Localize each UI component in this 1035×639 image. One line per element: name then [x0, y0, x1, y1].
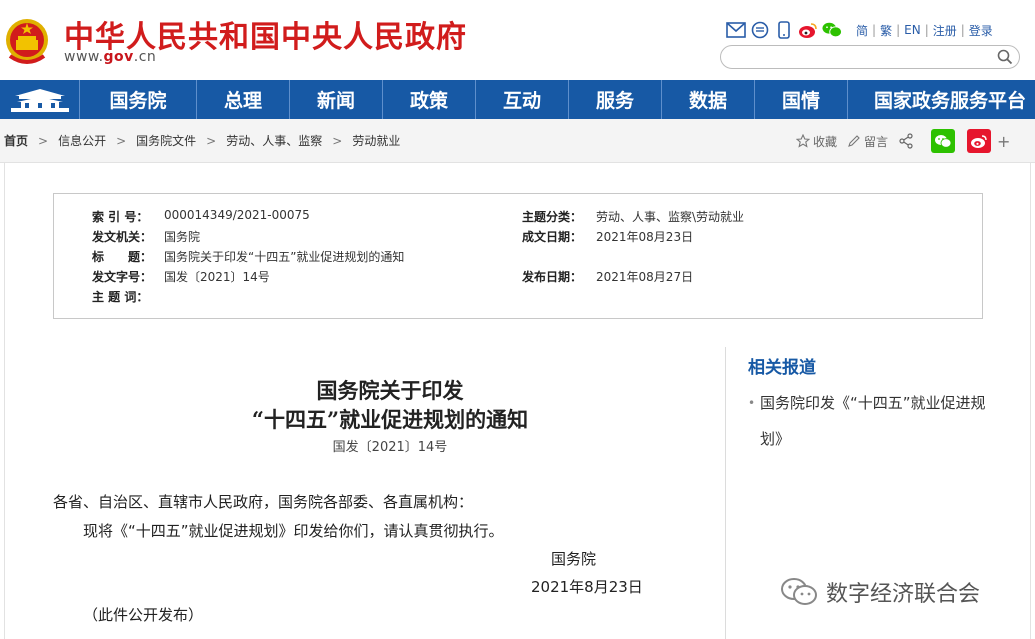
nav-item-gov-service-platform[interactable]: 国家政务服务平台	[848, 80, 1035, 119]
search-box	[720, 45, 1020, 69]
nav-item-national-info[interactable]: 国情	[755, 80, 848, 119]
meta-date-written-value: 2021年08月23日	[596, 230, 694, 244]
login-link[interactable]: 登录	[965, 22, 997, 39]
english-link[interactable]: EN	[900, 23, 925, 37]
simplified-chinese-link[interactable]: 简	[852, 22, 872, 39]
meta-publish-label: 发布日期：	[522, 270, 583, 284]
site-url-suffix: .cn	[133, 49, 157, 65]
content-area: 索 引 号： 000014349/2021-00075 主题分类： 劳动、人事、…	[4, 163, 1031, 639]
sidebar-divider	[725, 347, 726, 639]
breadcrumb-state-council-docs[interactable]: 国务院文件	[136, 132, 196, 149]
meta-doc-no-label: 发文字号：	[92, 270, 153, 284]
favorite-button[interactable]: 收藏	[796, 133, 837, 150]
meta-title-value: 国务院关于印发“十四五”就业促进规划的通知	[164, 250, 405, 264]
meta-date-written-label: 成文日期：	[522, 230, 583, 244]
related-report-link[interactable]: • 国务院印发《“十四五”就业促进规划》	[748, 385, 988, 457]
related-reports-title: 相关报道	[748, 358, 816, 378]
meta-topic-label: 主题分类：	[522, 210, 583, 224]
nav-item-premier[interactable]: 总理	[197, 80, 290, 119]
chevron-right-icon: >	[38, 133, 49, 148]
mobile-phone-icon[interactable]	[774, 20, 794, 40]
favorite-label: 收藏	[813, 134, 838, 149]
bullet-icon: •	[748, 396, 756, 410]
nav-item-state-council[interactable]: 国务院	[80, 80, 197, 119]
watermark-text: 数字经济联合会	[826, 582, 981, 607]
article-title-line2: “十四五”就业促进规划的通知	[251, 407, 529, 432]
wechat-share-icon[interactable]	[931, 129, 956, 153]
nav-item-interaction[interactable]: 互动	[476, 80, 569, 119]
meta-keywords-label: 主 题 词：	[92, 290, 149, 304]
breadcrumb-home[interactable]: 首页	[4, 132, 28, 149]
meta-publish-value: 2021年08月27日	[596, 270, 694, 284]
comment-button[interactable]: 留言	[847, 133, 888, 150]
article-signature: 国务院	[551, 550, 597, 568]
article-salutation: 各省、自治区、直辖市人民政府，国务院各部委、各直属机构：	[53, 493, 474, 511]
star-icon	[796, 134, 810, 148]
meta-title-label: 标 题：	[92, 250, 153, 264]
article-doc-number: 国发〔2021〕14号	[332, 440, 448, 455]
nav-item-policy[interactable]: 政策	[383, 80, 476, 119]
language-links: 简 | 繁 | EN | 注册 | 登录	[852, 22, 997, 39]
wechat-watermark-icon	[781, 578, 817, 605]
breadcrumb-bar: 首页 > 信息公开 > 国务院文件 > 劳动、人事、监察 > 劳动就业 收藏 留…	[0, 119, 1035, 163]
weibo-share-icon[interactable]	[967, 129, 992, 153]
article-note: （此件公开发布）	[83, 606, 204, 624]
tiananmen-icon[interactable]	[0, 80, 80, 119]
pencil-icon	[848, 135, 860, 147]
watermark: 数字经济联合会	[780, 576, 980, 608]
chat-bubble-icon[interactable]	[750, 20, 770, 40]
article-date: 2021年8月23日	[531, 578, 643, 596]
meta-topic-value: 劳动、人事、监察\劳动就业	[596, 210, 745, 224]
wechat-icon[interactable]	[822, 20, 842, 40]
site-url[interactable]: www.gov.cn	[64, 49, 156, 65]
article-title-line1: 国务院关于印发	[316, 378, 464, 403]
nav-item-services[interactable]: 服务	[569, 80, 662, 119]
nav-item-data[interactable]: 数据	[662, 80, 755, 119]
search-input[interactable]	[731, 49, 991, 65]
meta-issuer-value: 国务院	[164, 230, 201, 244]
register-link[interactable]: 注册	[929, 22, 961, 39]
meta-index-label: 索 引 号：	[92, 210, 149, 224]
national-emblem-icon[interactable]	[4, 16, 50, 66]
breadcrumb: 首页 > 信息公开 > 国务院文件 > 劳动、人事、监察 > 劳动就业	[4, 132, 400, 149]
share-icon[interactable]	[898, 133, 917, 149]
site-header: 中华人民共和国中央人民政府 www.gov.cn 简 | 繁 | EN | 注册…	[0, 0, 1035, 80]
chevron-right-icon: >	[116, 133, 127, 148]
search-icon[interactable]	[997, 49, 1013, 65]
meta-issuer-label: 发文机关：	[92, 230, 153, 244]
header-tools: 简 | 繁 | EN | 注册 | 登录	[726, 18, 997, 42]
share-tools: 收藏 留言 +	[796, 129, 1010, 153]
site-url-prefix: www.	[64, 49, 104, 65]
weibo-icon[interactable]	[798, 20, 818, 40]
article-body: 现将《“十四五”就业促进规划》印发给你们，请认真贯彻执行。	[83, 522, 504, 540]
more-share-button[interactable]: +	[997, 132, 1010, 151]
traditional-chinese-link[interactable]: 繁	[876, 22, 896, 39]
document-meta-table: 索 引 号： 000014349/2021-00075 主题分类： 劳动、人事、…	[53, 193, 983, 319]
site-url-brand: gov	[103, 49, 134, 65]
chevron-right-icon: >	[332, 133, 343, 148]
breadcrumb-labor-personnel[interactable]: 劳动、人事、监察	[226, 132, 322, 149]
breadcrumb-employment[interactable]: 劳动就业	[352, 132, 400, 149]
meta-doc-no-value: 国发〔2021〕14号	[164, 270, 270, 284]
comment-label: 留言	[864, 134, 889, 149]
mail-icon[interactable]	[726, 20, 746, 40]
meta-index-value: 000014349/2021-00075	[164, 208, 310, 222]
breadcrumb-info-disclosure[interactable]: 信息公开	[58, 132, 106, 149]
chevron-right-icon: >	[206, 133, 217, 148]
nav-item-news[interactable]: 新闻	[290, 80, 383, 119]
main-nav: 国务院 总理 新闻 政策 互动 服务 数据 国情 国家政务服务平台	[0, 80, 1035, 119]
related-report-text: 国务院印发《“十四五”就业促进规划》	[760, 394, 986, 448]
